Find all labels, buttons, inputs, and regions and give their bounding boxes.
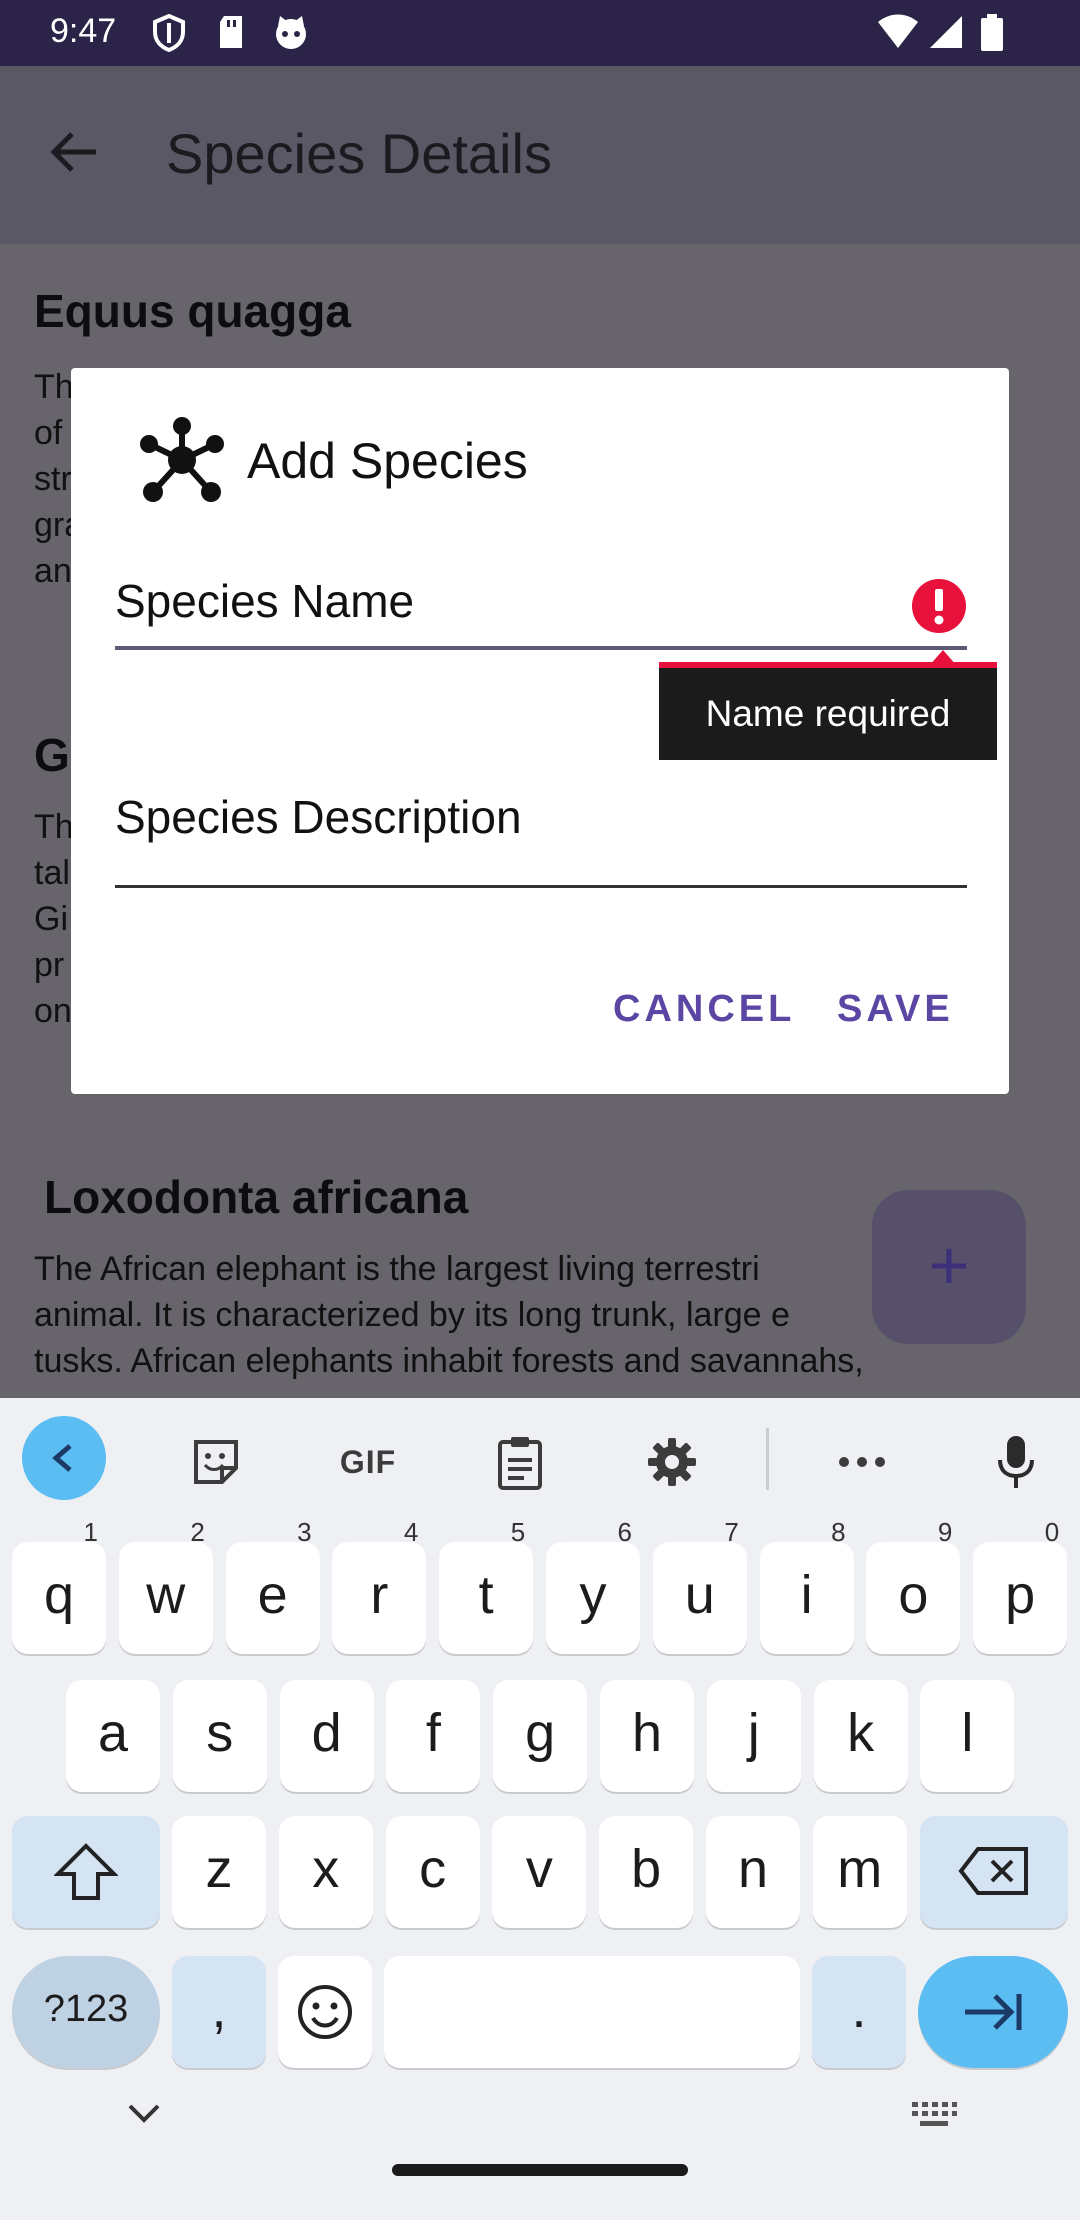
- key-i[interactable]: i8: [759, 1517, 854, 1654]
- species-name: Loxodonta africana: [44, 1171, 469, 1223]
- error-icon: [911, 578, 967, 639]
- microphone-icon[interactable]: [974, 1420, 1058, 1504]
- molecule-icon: [137, 416, 227, 509]
- keyboard-switch-icon[interactable]: [910, 2100, 958, 2133]
- key-t[interactable]: t5: [439, 1517, 534, 1654]
- species-description: Th tal Gi pr on: [34, 808, 74, 1030]
- enter-next-key[interactable]: [918, 1956, 1068, 2068]
- key-v[interactable]: v: [492, 1816, 587, 1928]
- clipboard-icon[interactable]: [478, 1420, 562, 1504]
- key-m[interactable]: m: [812, 1816, 907, 1928]
- shift-key[interactable]: [12, 1816, 160, 1928]
- key-n[interactable]: n: [706, 1816, 800, 1928]
- key-u[interactable]: u7: [652, 1517, 747, 1654]
- species-name-value: Species Name: [115, 575, 415, 627]
- space-key[interactable]: [384, 1956, 800, 2068]
- key-o[interactable]: o9: [866, 1517, 961, 1654]
- emoji-key[interactable]: [278, 1956, 372, 2068]
- add-species-fab[interactable]: +: [872, 1190, 1026, 1344]
- key-x[interactable]: x: [278, 1816, 373, 1928]
- sd-card-icon: [216, 14, 246, 55]
- symbols-key[interactable]: ?123: [12, 1956, 160, 2068]
- species-name: Equus quagga: [34, 285, 351, 337]
- toolbar-divider: [766, 1428, 769, 1490]
- keyboard-toolbar: GIF: [0, 1398, 1080, 1518]
- navigation-bar: [0, 2078, 1080, 2220]
- status-bar: 9:47: [0, 0, 1080, 66]
- keyboard-back-button[interactable]: [22, 1416, 106, 1500]
- key-b[interactable]: b: [599, 1816, 694, 1928]
- comma-key[interactable]: ,: [172, 1956, 266, 2068]
- key-g[interactable]: g: [493, 1680, 588, 1792]
- cell-signal-icon: [928, 14, 964, 55]
- key-y[interactable]: y6: [546, 1517, 640, 1654]
- wifi-icon: [878, 14, 918, 55]
- key-d[interactable]: d: [279, 1680, 374, 1792]
- error-tooltip: Name required: [659, 668, 997, 760]
- soft-keyboard: GIF q1w2e3r4t5y6u7i8o9p0 asdfghjkl zxcvb…: [0, 1398, 1080, 2220]
- shield-icon: [152, 13, 186, 57]
- page-title: Species Details: [166, 122, 552, 185]
- status-time: 9:47: [50, 12, 117, 50]
- species-description-placeholder: Species Description: [115, 791, 522, 843]
- key-q[interactable]: q1: [12, 1517, 106, 1654]
- backspace-key[interactable]: [920, 1816, 1068, 1928]
- key-e[interactable]: e3: [225, 1517, 320, 1654]
- save-button[interactable]: SAVE: [837, 988, 954, 1031]
- species-description: The African elephant is the largest livi…: [34, 1250, 864, 1380]
- species-name-field[interactable]: Species Name: [115, 566, 967, 650]
- key-s[interactable]: s: [172, 1680, 267, 1792]
- key-f[interactable]: f: [386, 1680, 481, 1792]
- add-species-dialog: Add Species Species Name Name required S…: [71, 368, 1009, 1094]
- key-p[interactable]: p0: [973, 1517, 1068, 1654]
- key-z[interactable]: z: [172, 1816, 266, 1928]
- species-description-field[interactable]: Species Description: [115, 768, 967, 888]
- battery-icon: [980, 14, 1004, 57]
- period-key[interactable]: .: [812, 1956, 906, 2068]
- home-indicator[interactable]: [392, 2164, 688, 2176]
- key-j[interactable]: j: [706, 1680, 801, 1792]
- key-a[interactable]: a: [66, 1680, 160, 1792]
- key-w[interactable]: w2: [118, 1517, 213, 1654]
- key-c[interactable]: c: [385, 1816, 480, 1928]
- settings-gear-icon[interactable]: [630, 1420, 714, 1504]
- key-l[interactable]: l: [920, 1680, 1015, 1792]
- more-options-icon[interactable]: [820, 1420, 904, 1504]
- app-bar: Species Details: [0, 66, 1080, 244]
- gif-button[interactable]: GIF: [326, 1420, 410, 1504]
- key-k[interactable]: k: [813, 1680, 908, 1792]
- plus-icon: +: [928, 1226, 970, 1304]
- key-r[interactable]: r4: [332, 1517, 427, 1654]
- cat-face-icon: [272, 14, 310, 57]
- cancel-button[interactable]: CANCEL: [613, 988, 795, 1031]
- key-h[interactable]: h: [600, 1680, 694, 1792]
- sticker-icon[interactable]: [174, 1420, 258, 1504]
- back-arrow-icon[interactable]: [46, 124, 102, 185]
- dialog-title: Add Species: [247, 433, 528, 489]
- chevron-down-icon[interactable]: [124, 2098, 164, 2133]
